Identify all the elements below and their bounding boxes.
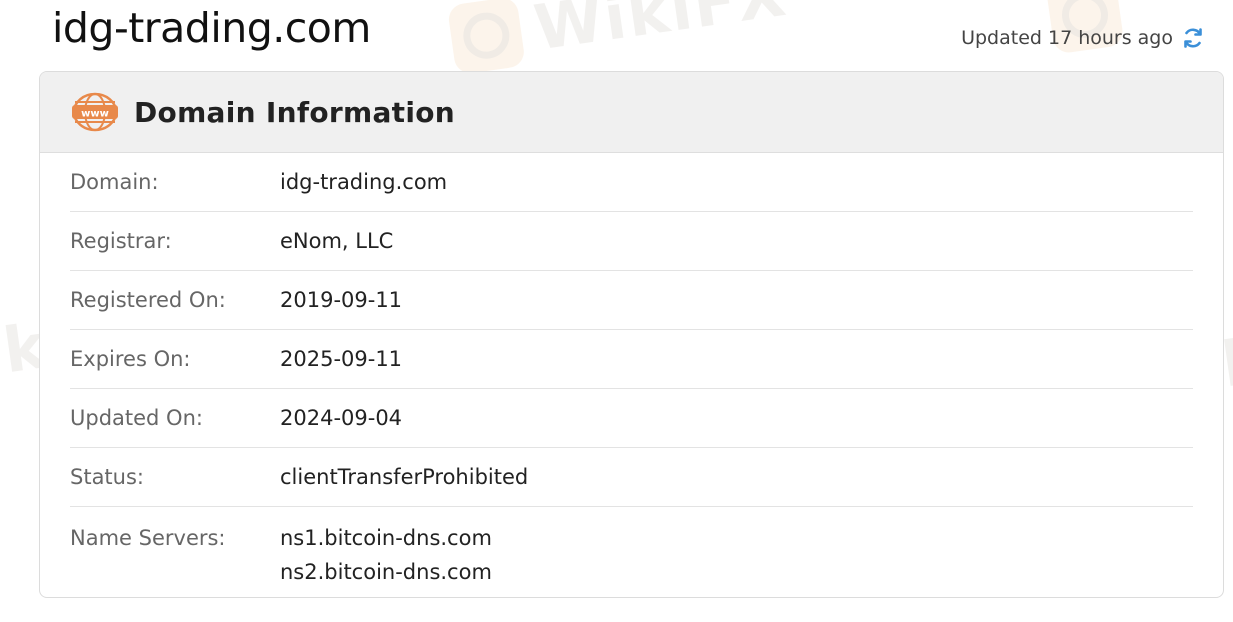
watermark-text: WikiFX: [529, 0, 792, 65]
domain-info-card: www Domain Information Domain: idg-tradi…: [39, 71, 1224, 598]
row-label: Expires On:: [70, 347, 191, 371]
row-label: Registered On:: [70, 288, 226, 312]
name-server-item: ns1.bitcoin-dns.com: [280, 526, 492, 550]
row-value: eNom, LLC: [280, 229, 394, 253]
name-server-item: ns2.bitcoin-dns.com: [280, 560, 492, 584]
info-row-expires-on: Expires On: 2025-09-11: [70, 330, 1193, 389]
row-value: 2025-09-11: [280, 347, 403, 371]
card-header: www Domain Information: [40, 72, 1223, 153]
info-row-registered-on: Registered On: 2019-09-11: [70, 271, 1193, 330]
row-value: clientTransferProhibited: [280, 465, 529, 489]
updated-text: Updated 17 hours ago: [961, 27, 1173, 49]
row-label: Status:: [70, 465, 144, 489]
row-value: idg-trading.com: [280, 170, 448, 194]
page-title: idg-trading.com: [52, 4, 371, 52]
card-title: Domain Information: [134, 95, 456, 129]
info-row-name-servers: Name Servers: ns1.bitcoin-dns.com ns2.bi…: [70, 507, 1193, 589]
info-row-domain: Domain: idg-trading.com: [70, 153, 1193, 212]
row-value: 2024-09-04: [280, 406, 403, 430]
info-row-status: Status: clientTransferProhibited: [70, 448, 1193, 507]
svg-text:www: www: [81, 109, 109, 120]
info-rows: Domain: idg-trading.com Registrar: eNom,…: [40, 153, 1223, 589]
wikifx-logo-icon: [446, 0, 526, 75]
refresh-icon[interactable]: [1181, 26, 1205, 50]
row-label: Registrar:: [70, 229, 172, 253]
row-label: Updated On:: [70, 406, 203, 430]
row-value: 2019-09-11: [280, 288, 403, 312]
watermark: WikiFX: [446, 0, 792, 76]
info-row-registrar: Registrar: eNom, LLC: [70, 212, 1193, 271]
row-label: Domain:: [70, 170, 159, 194]
info-row-updated-on: Updated On: 2024-09-04: [70, 389, 1193, 448]
www-globe-icon: www: [72, 92, 118, 132]
row-label: Name Servers:: [70, 526, 226, 550]
name-server-list: ns1.bitcoin-dns.com ns2.bitcoin-dns.com: [280, 521, 492, 589]
updated-indicator: Updated 17 hours ago: [961, 26, 1205, 50]
